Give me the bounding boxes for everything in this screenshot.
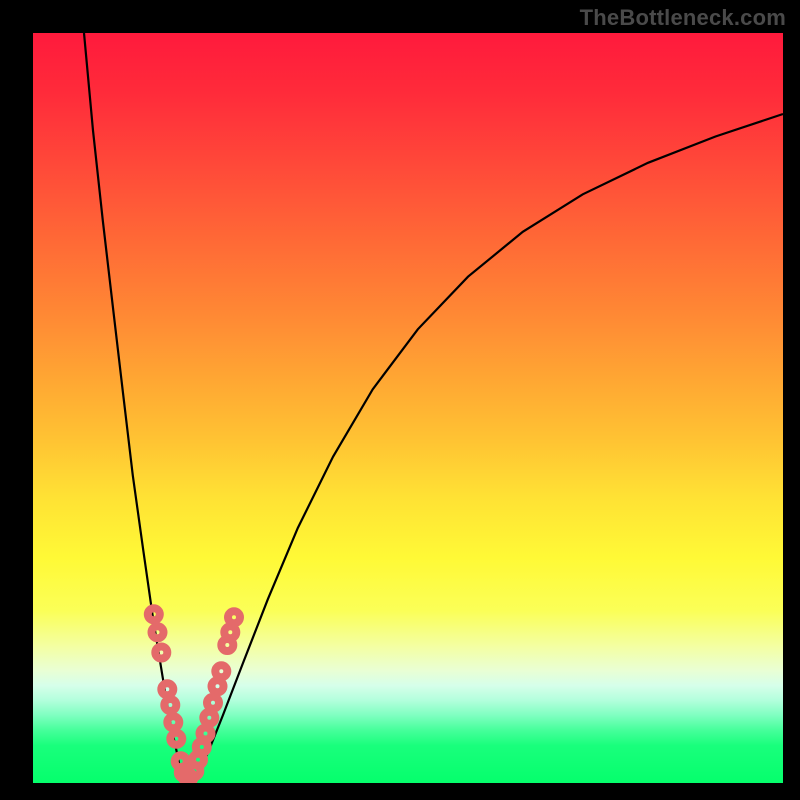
curve-layer: [33, 33, 783, 783]
highlight-dot: [161, 683, 173, 695]
highlight-dot: [228, 611, 240, 623]
highlight-dot: [224, 626, 236, 638]
chart-frame: TheBottleneck.com: [0, 0, 800, 800]
watermark-text: TheBottleneck.com: [580, 5, 786, 31]
highlight-dot: [152, 626, 164, 638]
highlight-dot: [215, 665, 227, 677]
highlight-dot: [155, 647, 167, 659]
highlight-dot: [170, 733, 182, 745]
highlight-dots: [148, 608, 240, 783]
left-branch-curve: [84, 33, 183, 779]
highlight-dot: [203, 712, 215, 724]
highlight-dot: [207, 697, 219, 709]
highlight-dot: [148, 608, 160, 620]
right-branch-curve: [191, 114, 784, 779]
plot-area: [33, 33, 783, 783]
highlight-dot: [200, 728, 212, 740]
highlight-dot: [212, 680, 224, 692]
highlight-dot: [167, 716, 179, 728]
highlight-dot: [164, 699, 176, 711]
